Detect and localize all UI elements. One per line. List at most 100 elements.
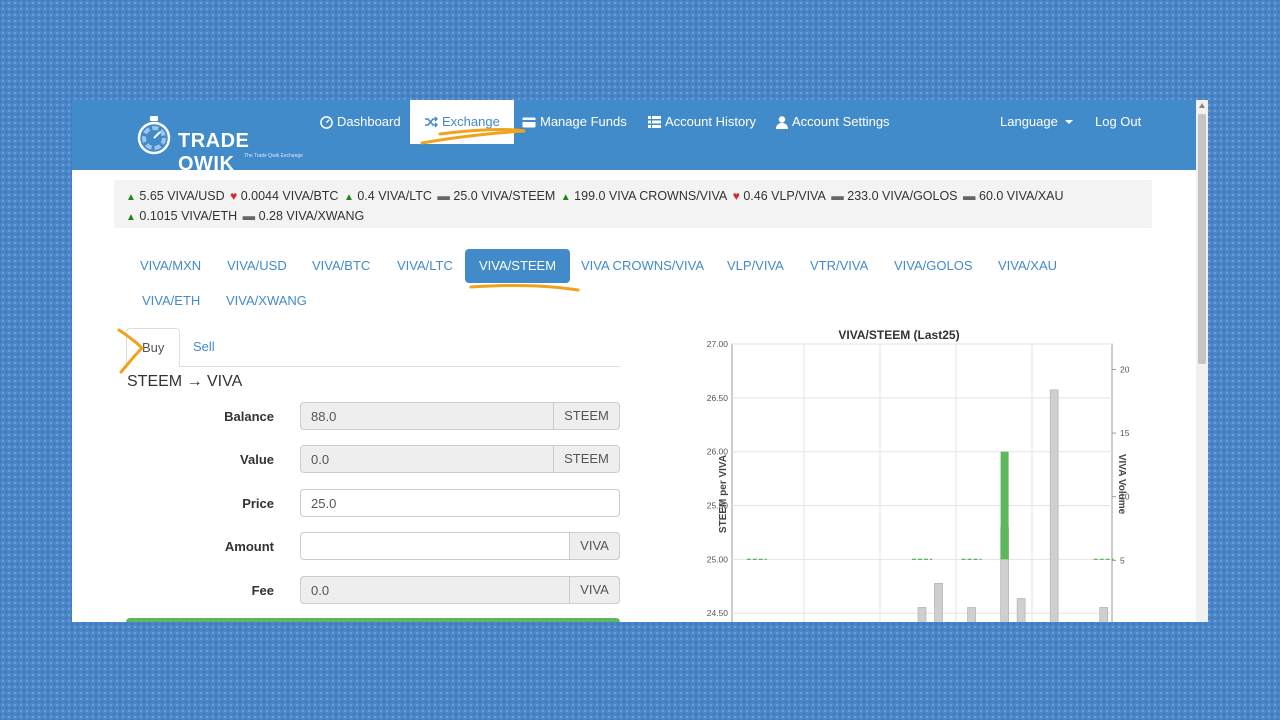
market-tab-viva-xwang[interactable]: VIVA/XWANG (212, 284, 321, 318)
nav-dashboard-label: Dashboard (337, 114, 401, 129)
buy-sell-tabs: Buy Sell (126, 328, 620, 367)
credit-card-icon (522, 117, 536, 127)
nav-account-history[interactable]: Account History (648, 100, 756, 144)
ticker-text: 5.65 VIVA/USD (139, 189, 225, 203)
value-unit: STEEM (553, 445, 620, 473)
price-input[interactable]: 25.0 (300, 489, 620, 517)
price-ticker: ▲ 5.65 VIVA/USD ♥ 0.0044 VIVA/BTC ▲ 0.4 … (114, 180, 1152, 228)
ticker-item: ♥ 0.46 VLP/VIVA (733, 189, 826, 203)
ticker-text: 0.28 VIVA/XWANG (258, 209, 365, 223)
nav-exchange-label: Exchange (442, 114, 500, 129)
flat-dash-icon: ▬ (831, 189, 844, 203)
amount-row: Amount VIVA (126, 532, 620, 562)
price-label: Price (242, 496, 274, 511)
ticker-text: 25.0 VIVA/STEEM (453, 189, 556, 203)
user-icon (776, 115, 788, 129)
nav-account-settings-label: Account Settings (792, 114, 890, 129)
ticker-item: ▬ 0.28 VIVA/XWANG (243, 209, 365, 223)
price-candle (1000, 451, 1009, 560)
fee-row: Fee 0.0 VIVA (126, 576, 620, 606)
amount-input[interactable] (300, 532, 570, 560)
amount-label: Amount (224, 539, 274, 554)
nav-manage-funds-label: Manage Funds (540, 114, 627, 129)
market-tab-viva-usd[interactable]: VIVA/USD (213, 249, 301, 283)
market-tab-viva-steem[interactable]: VIVA/STEEM (465, 249, 571, 283)
ticker-text: 0.0044 VIVA/BTC (240, 189, 339, 203)
value-row: Value 0.0 STEEM (126, 445, 620, 475)
market-tab-viva-golos[interactable]: VIVA/GOLOS (880, 249, 987, 283)
market-tab-viva-xau[interactable]: VIVA/XAU (984, 249, 1071, 283)
submit-buy-button[interactable] (126, 618, 620, 622)
page-scrollbar[interactable] (1196, 100, 1208, 622)
balance-row: Balance 88.0 STEEM (126, 402, 620, 432)
market-tab-vtr-viva[interactable]: VTR/VIVA (796, 249, 882, 283)
ticker-item: ▲ 0.1015 VIVA/ETH (126, 209, 237, 223)
arrow-up-icon: ▲ (560, 192, 571, 203)
tab-buy[interactable]: Buy (126, 328, 181, 367)
balance-label: Balance (224, 409, 274, 424)
caret-down-icon (1064, 120, 1073, 124)
market-tab-viva-mxn[interactable]: VIVA/MXN (126, 249, 215, 283)
fee-label: Fee (251, 583, 274, 598)
language-label: Language (1000, 114, 1058, 129)
stopwatch-icon (137, 116, 171, 155)
ticker-item: ▲ 5.65 VIVA/USD (126, 189, 225, 203)
fee-unit: VIVA (569, 576, 620, 604)
ticker-item: ▲ 199.0 VIVA CROWNS/VIVA (561, 189, 727, 203)
shuffle-icon (425, 116, 438, 128)
ticker-text: 233.0 VIVA/GOLOS (847, 189, 958, 203)
market-tab-viva-crowns[interactable]: VIVA CROWNS/VIVA (567, 249, 718, 283)
scroll-thumb[interactable] (1198, 114, 1206, 364)
y2-tick-label: 5 (1120, 555, 1125, 565)
volume-bar (1016, 598, 1026, 622)
ticker-item: ▬ 60.0 VIVA/XAU (963, 189, 1064, 203)
scroll-up-arrow-icon[interactable] (1199, 103, 1205, 108)
market-tab-vlp-viva[interactable]: VLP/VIVA (713, 249, 798, 283)
chart-y2label-right: VIVA Volume (1116, 454, 1127, 515)
ticker-item: ▬ 233.0 VIVA/GOLOS (831, 189, 957, 203)
pair-title: STEEM → VIVA (127, 373, 243, 390)
price-row: Price 25.0 (126, 489, 620, 519)
nav-exchange[interactable]: Exchange (410, 100, 514, 144)
arrow-up-icon: ▲ (126, 192, 136, 203)
market-tab-viva-btc[interactable]: VIVA/BTC (298, 249, 384, 283)
list-icon (648, 116, 661, 128)
logout-link[interactable]: Log Out (1095, 100, 1141, 144)
arrow-up-icon: ▲ (343, 192, 354, 203)
chart-ylabel: STEEM per VIVA (718, 455, 729, 533)
price-volume-chart: VIVA/STEEM (Last25) STEEM per VIVA VIVA … (707, 328, 1130, 622)
ticker-text: 199.0 VIVA CROWNS/VIVA (574, 189, 728, 203)
ticker-item: ▲ 0.4 VIVA/LTC (344, 189, 432, 203)
fee-field: 0.0 (300, 576, 570, 604)
flat-dash-icon: ▬ (437, 189, 450, 203)
volume-bar (967, 607, 976, 622)
y-tick-label: 25.00 (707, 554, 729, 564)
amount-unit: VIVA (569, 532, 620, 560)
arrow-down-icon: ♥ (230, 189, 238, 203)
language-dropdown[interactable]: Language (1000, 100, 1073, 144)
chart-title: VIVA/STEEM (Last25) (838, 328, 959, 342)
tab-sell[interactable]: Sell (178, 328, 230, 365)
arrow-up-icon: ▲ (126, 212, 136, 223)
balance-field: 88.0 (300, 402, 554, 430)
nav-account-settings[interactable]: Account Settings (776, 100, 890, 144)
logo-tagline: The Trade Qwik Exchange (244, 153, 303, 159)
flat-dash-icon: ▬ (242, 209, 256, 223)
nav-manage-funds[interactable]: Manage Funds (522, 100, 627, 144)
nav-dashboard[interactable]: Dashboard (320, 100, 401, 144)
y-tick-label: 27.00 (707, 339, 729, 349)
y-tick-label: 24.50 (707, 608, 729, 618)
nav-account-history-label: Account History (665, 114, 757, 129)
ticker-text: 0.4 VIVA/LTC (357, 189, 432, 203)
ticker-item: ♥ 0.0044 VIVA/BTC (230, 189, 338, 203)
y2-tick-label: 15 (1120, 428, 1130, 438)
volume-bar (934, 582, 943, 622)
logo[interactable]: TRADE QWIK The Trade Qwik Exchange (136, 112, 306, 175)
market-tab-viva-ltc[interactable]: VIVA/LTC (383, 249, 467, 283)
volume-bar (917, 607, 927, 622)
market-tab-viva-eth[interactable]: VIVA/ETH (128, 284, 214, 318)
ticker-text: 0.1015 VIVA/ETH (139, 209, 238, 223)
y2-tick-label: 20 (1120, 364, 1130, 374)
ticker-text: 60.0 VIVA/XAU (979, 189, 1064, 203)
value-field: 0.0 (300, 445, 554, 473)
